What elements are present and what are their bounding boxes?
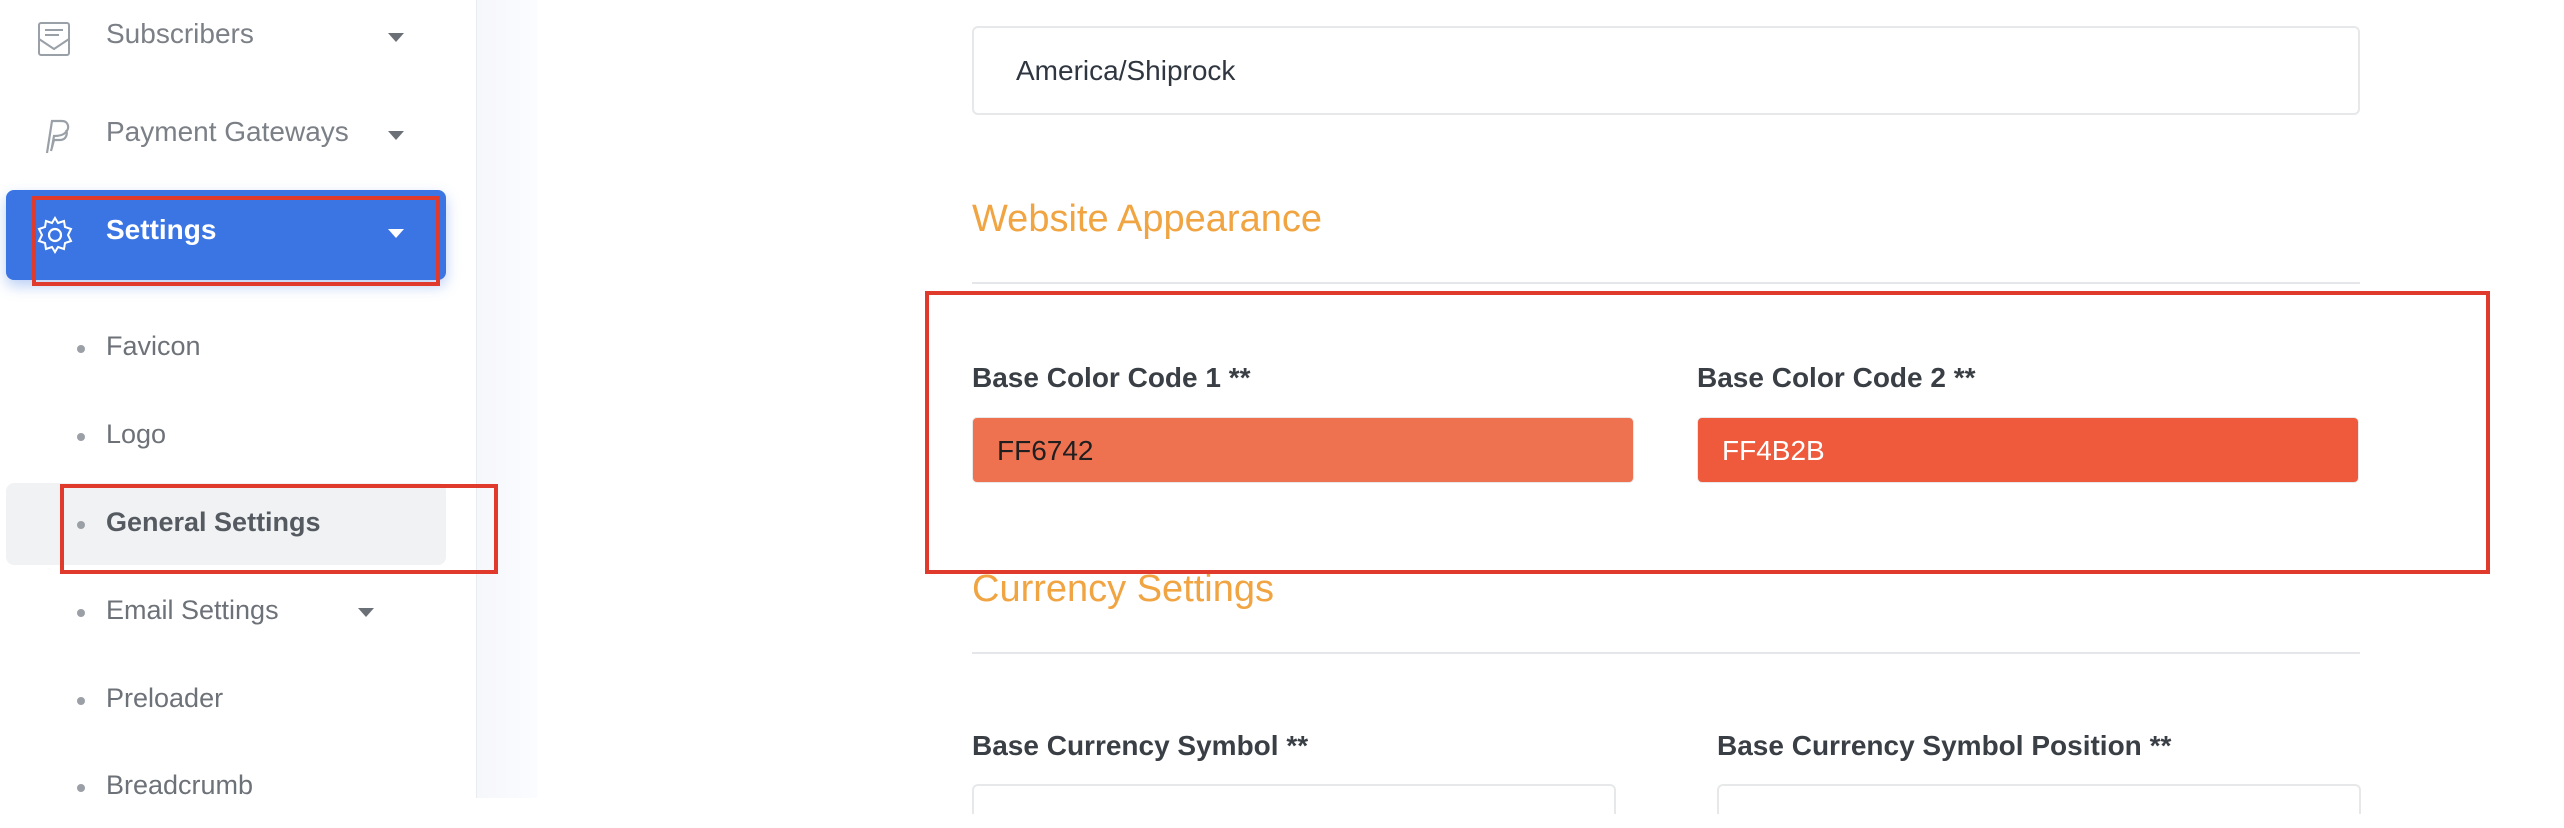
sidebar-subitem-favicon[interactable]: Favicon	[6, 307, 446, 389]
appearance-divider	[972, 282, 2360, 284]
sidebar-subitem-preloader[interactable]: Preloader	[6, 659, 446, 741]
bullet-icon	[77, 433, 85, 441]
chevron-down-icon	[388, 33, 404, 42]
highlight-website-appearance	[925, 291, 2490, 574]
highlight-general-settings	[60, 484, 498, 574]
currency-divider	[972, 652, 2360, 654]
bullet-icon	[77, 784, 85, 792]
chevron-down-icon	[358, 608, 374, 617]
currency-settings-title: Currency Settings	[972, 568, 1275, 610]
sidebar-subitem-label: Breadcrumb	[106, 770, 254, 800]
sidebar-subitem-breadcrumb[interactable]: Breadcrumb	[6, 746, 446, 828]
sidebar-subitem-label: Favicon	[106, 331, 201, 361]
timezone-value: America/Shiprock	[1016, 55, 1236, 86]
base-currency-symbol-label: Base Currency Symbol **	[972, 730, 1309, 761]
bullet-icon	[77, 697, 85, 705]
chevron-down-icon	[388, 131, 404, 140]
sidebar-item-payment-gateways[interactable]: Payment Gateways	[6, 92, 446, 182]
base-currency-symbol-input[interactable]	[972, 784, 1616, 814]
base-currency-position-select[interactable]	[1717, 784, 2361, 814]
sidebar-subitem-label: Email Settings	[106, 595, 279, 625]
website-appearance-title: Website Appearance	[972, 198, 1322, 240]
sidebar-subitem-logo[interactable]: Logo	[6, 395, 446, 477]
paypal-icon	[34, 116, 76, 158]
bullet-icon	[77, 609, 85, 617]
sidebar-item-label: Payment Gateways	[106, 116, 349, 147]
sidebar-subitem-label: Preloader	[106, 683, 224, 713]
sidebar-subitem-email-settings[interactable]: Email Settings	[6, 571, 446, 653]
highlight-settings	[32, 196, 440, 286]
sidebar: Subscribers Payment Gateways Settings Fa…	[0, 0, 477, 800]
base-currency-position-label: Base Currency Symbol Position **	[1717, 730, 2172, 761]
content-gutter	[477, 0, 537, 798]
sidebar-item-label: Subscribers	[106, 18, 254, 49]
sidebar-subitem-label: Logo	[106, 419, 167, 449]
sidebar-item-subscribers[interactable]: Subscribers	[6, 0, 446, 84]
timezone-field[interactable]: America/Shiprock	[972, 26, 2360, 115]
bullet-icon	[77, 345, 85, 353]
subscribers-icon	[34, 18, 76, 60]
